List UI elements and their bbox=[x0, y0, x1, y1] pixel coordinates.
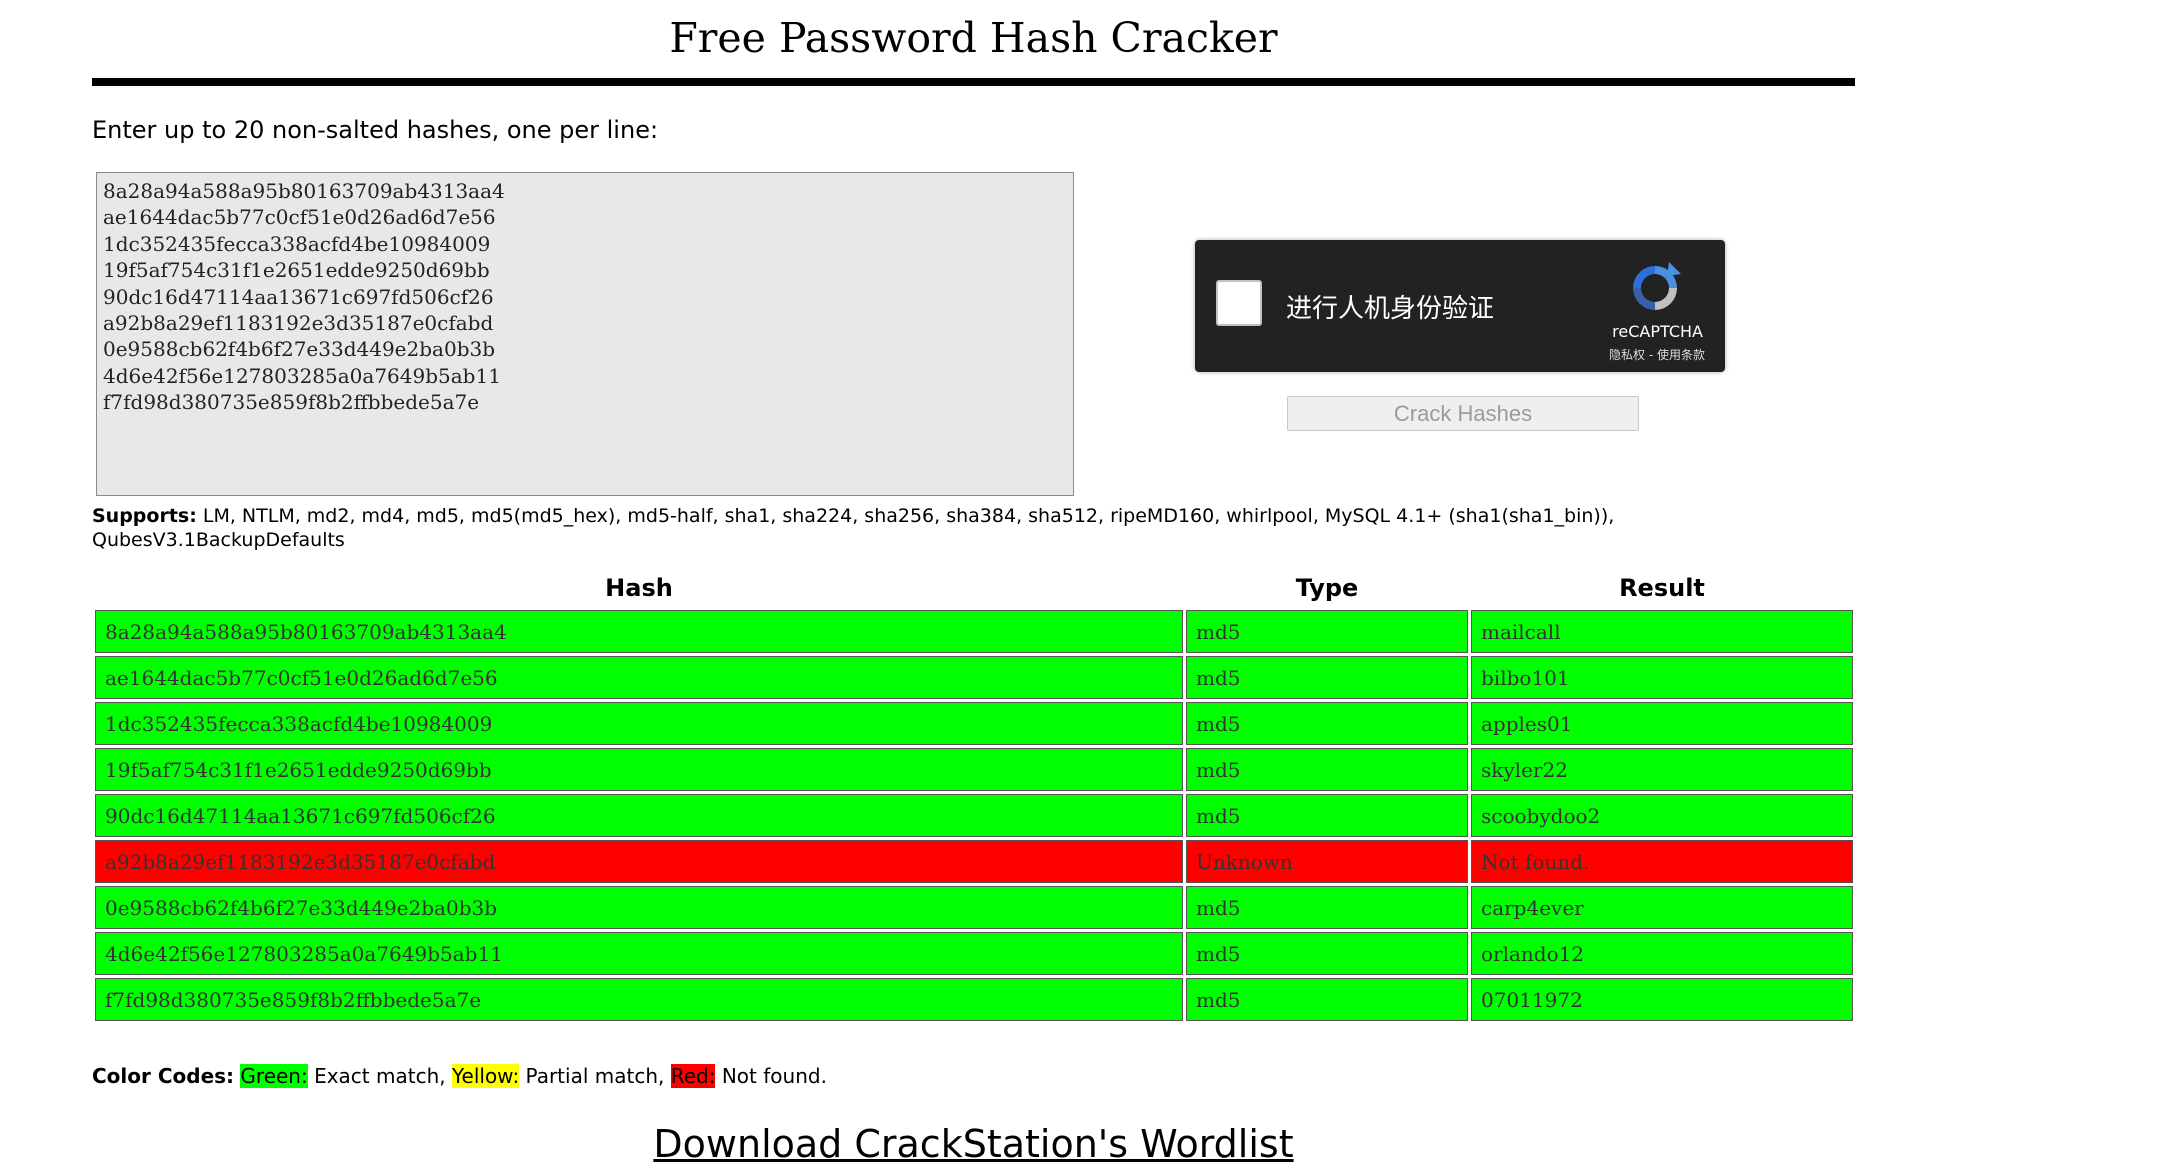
recaptcha-terms: 隐私权 - 使用条款 bbox=[1609, 346, 1705, 363]
type-cell: md5 bbox=[1186, 932, 1468, 975]
result-cell: bilbo101 bbox=[1471, 656, 1853, 699]
crack-hashes-button[interactable]: Crack Hashes bbox=[1287, 396, 1639, 431]
legend-green-swatch: Green: bbox=[240, 1064, 308, 1088]
result-cell: scoobydoo2 bbox=[1471, 794, 1853, 837]
download-wordlist-link[interactable]: Download CrackStation's Wordlist bbox=[92, 1122, 1855, 1166]
recaptcha-separator: - bbox=[1645, 348, 1657, 362]
result-cell: 07011972 bbox=[1471, 978, 1853, 1021]
type-cell: md5 bbox=[1186, 656, 1468, 699]
table-row: 0e9588cb62f4b6f27e33d449e2ba0b3b md5 carp4… bbox=[95, 886, 1853, 929]
table-row: f7fd98d380735e859f8b2ffbbede5a7e md5 07011… bbox=[95, 978, 1853, 1021]
result-cell: Not found. bbox=[1471, 840, 1853, 883]
color-codes-label: Color Codes: bbox=[92, 1064, 235, 1088]
result-cell: skyler22 bbox=[1471, 748, 1853, 791]
hash-cell: 8a28a94a588a95b80163709ab4313aa4 bbox=[95, 610, 1183, 653]
supported-algorithms: Supports: LM, NTLM, md2, md4, md5, md5(m… bbox=[92, 504, 1692, 552]
recaptcha-widget: 进行人机身份验证 reCAPTCHA 隐私权 - 使用条款 bbox=[1195, 240, 1725, 372]
recaptcha-label: 进行人机身份验证 bbox=[1286, 294, 1495, 324]
type-cell: md5 bbox=[1186, 794, 1468, 837]
type-cell: md5 bbox=[1186, 610, 1468, 653]
result-cell: mailcall bbox=[1471, 610, 1853, 653]
column-header-type: Type bbox=[1295, 574, 1359, 602]
hash-input-prompt: Enter up to 20 non-salted hashes, one pe… bbox=[92, 116, 659, 144]
supports-list: LM, NTLM, md2, md4, md5, md5(md5_hex), m… bbox=[92, 505, 1615, 551]
table-row: 8a28a94a588a95b80163709ab4313aa4 md5 mailc… bbox=[95, 610, 1853, 653]
hash-cell: f7fd98d380735e859f8b2ffbbede5a7e bbox=[95, 978, 1183, 1021]
result-cell: orlando12 bbox=[1471, 932, 1853, 975]
hash-input-textarea[interactable]: 8a28a94a588a95b80163709ab4313aa4 ae1644d… bbox=[96, 172, 1074, 496]
type-cell: md5 bbox=[1186, 702, 1468, 745]
legend-yellow-swatch: Yellow: bbox=[451, 1064, 520, 1088]
column-header-result: Result bbox=[1619, 574, 1705, 602]
table-row: 4d6e42f56e127803285a0a7649b5ab11 md5 orlan… bbox=[95, 932, 1853, 975]
recaptcha-logo-icon bbox=[1633, 262, 1681, 310]
hash-cell: 1dc352435fecca338acfd4be10984009 bbox=[95, 702, 1183, 745]
hash-cell: ae1644dac5b77c0cf51e0d26ad6d7e56 bbox=[95, 656, 1183, 699]
result-cell: carp4ever bbox=[1471, 886, 1853, 929]
color-codes-legend: Color Codes: Green: Exact match, Yellow:… bbox=[92, 1064, 827, 1088]
column-header-hash: Hash bbox=[605, 574, 673, 602]
recaptcha-terms-link[interactable]: 使用条款 bbox=[1657, 348, 1705, 362]
hash-cell: 4d6e42f56e127803285a0a7649b5ab11 bbox=[95, 932, 1183, 975]
type-cell: md5 bbox=[1186, 886, 1468, 929]
results-table: Hash Type Result 8a28a94a588a95b80163709… bbox=[92, 566, 1856, 1024]
recaptcha-checkbox[interactable] bbox=[1216, 280, 1262, 326]
legend-yellow-text: Partial match, bbox=[519, 1064, 671, 1088]
legend-red-swatch: Red: bbox=[670, 1064, 716, 1088]
table-row: a92b8a29ef1183192e3d35187e0cfabd Unknown N… bbox=[95, 840, 1853, 883]
table-row: 1dc352435fecca338acfd4be10984009 md5 apple… bbox=[95, 702, 1853, 745]
type-cell: Unknown bbox=[1186, 840, 1468, 883]
recaptcha-brand: reCAPTCHA bbox=[1612, 322, 1703, 341]
hash-cell: 0e9588cb62f4b6f27e33d449e2ba0b3b bbox=[95, 886, 1183, 929]
recaptcha-privacy-link[interactable]: 隐私权 bbox=[1609, 348, 1645, 362]
table-row: 19f5af754c31f1e2651edde9250d69bb md5 skyle… bbox=[95, 748, 1853, 791]
legend-green-text: Exact match, bbox=[307, 1064, 452, 1088]
table-row: ae1644dac5b77c0cf51e0d26ad6d7e56 md5 bilbo… bbox=[95, 656, 1853, 699]
hash-cell: 19f5af754c31f1e2651edde9250d69bb bbox=[95, 748, 1183, 791]
title-divider bbox=[92, 78, 1855, 86]
hash-cell: a92b8a29ef1183192e3d35187e0cfabd bbox=[95, 840, 1183, 883]
result-cell: apples01 bbox=[1471, 702, 1853, 745]
results-header-row: Hash Type Result bbox=[95, 569, 1853, 607]
supports-label: Supports: bbox=[92, 505, 197, 527]
page-title: Free Password Hash Cracker bbox=[669, 14, 1278, 62]
legend-red-text: Not found. bbox=[715, 1064, 827, 1088]
table-row: 90dc16d47114aa13671c697fd506cf26 md5 scoob… bbox=[95, 794, 1853, 837]
results-body: 8a28a94a588a95b80163709ab4313aa4 md5 mailc… bbox=[95, 610, 1853, 1021]
type-cell: md5 bbox=[1186, 978, 1468, 1021]
hash-cell: 90dc16d47114aa13671c697fd506cf26 bbox=[95, 794, 1183, 837]
type-cell: md5 bbox=[1186, 748, 1468, 791]
